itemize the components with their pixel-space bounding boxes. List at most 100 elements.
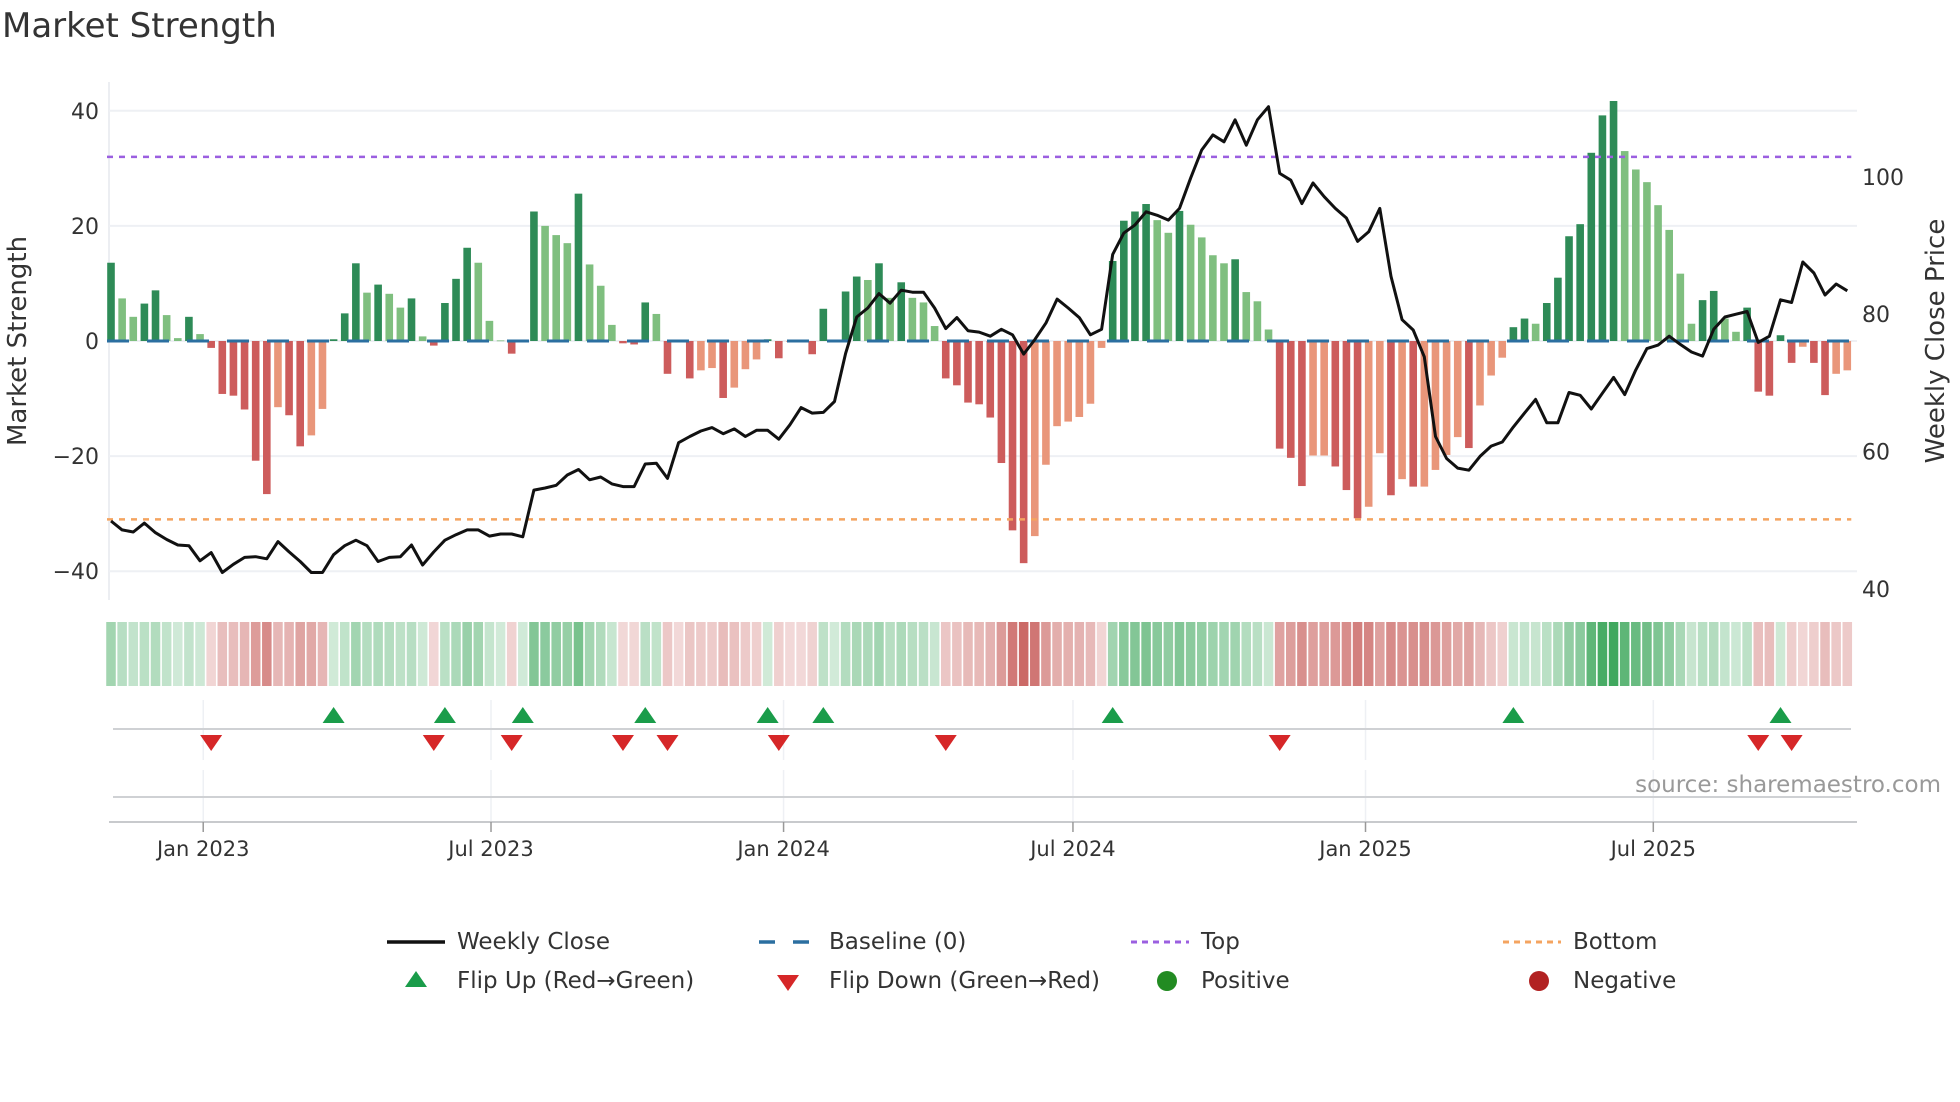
strength-bar xyxy=(1186,224,1195,341)
strength-bar xyxy=(997,341,1006,464)
heat-cell xyxy=(1619,622,1630,686)
heat-cell xyxy=(1686,622,1697,686)
flip-up-marker xyxy=(433,707,456,723)
heat-cell xyxy=(161,622,172,686)
triangle-up-icon xyxy=(387,966,445,996)
heat-cell xyxy=(885,622,895,686)
heat-cell xyxy=(829,622,840,686)
legend-label: Weekly Close xyxy=(457,929,610,955)
legend-baseline[interactable]: Baseline (0) xyxy=(759,927,966,957)
heat-cell xyxy=(184,622,194,686)
heat-cell xyxy=(1030,622,1040,686)
strength-bar xyxy=(641,302,650,341)
heat-cell xyxy=(573,622,584,686)
strength-bar xyxy=(452,278,460,341)
heat-cell xyxy=(1553,622,1563,686)
strength-bar xyxy=(1042,341,1050,465)
legend-bottom[interactable]: Bottom xyxy=(1503,927,1657,957)
flip-down-marker xyxy=(422,735,445,751)
strength-bar xyxy=(507,341,516,354)
strength-bar xyxy=(118,298,126,341)
heat-cell xyxy=(317,622,328,686)
strength-bar xyxy=(1364,341,1373,507)
strength-bar xyxy=(218,341,227,394)
strength-bar xyxy=(1754,341,1763,392)
heat-cell xyxy=(1319,622,1329,686)
strength-bar xyxy=(1787,341,1796,363)
strength-bar xyxy=(730,341,739,388)
heat-cell xyxy=(762,622,773,686)
legend-negative[interactable]: Negative xyxy=(1503,966,1676,996)
heat-cell xyxy=(1820,622,1830,686)
strength-bar xyxy=(875,263,883,341)
strength-bar xyxy=(585,264,594,341)
legend-flip-down[interactable]: Flip Down (Green→Red) xyxy=(759,966,1100,996)
flip-up-marker xyxy=(756,707,779,723)
heat-cell xyxy=(429,622,439,686)
strength-bar xyxy=(374,284,382,341)
strength-bar xyxy=(652,313,661,341)
strength-bar xyxy=(1687,323,1696,341)
strength-bar xyxy=(1298,341,1306,487)
heat-cell xyxy=(1196,622,1207,686)
legend-label: Baseline (0) xyxy=(829,929,967,955)
heat-cell xyxy=(785,622,795,686)
strength-bar xyxy=(463,247,471,341)
legend-top[interactable]: Top xyxy=(1131,927,1240,957)
flip-up-marker xyxy=(1769,707,1792,723)
strength-bar xyxy=(1520,318,1529,341)
heat-cell xyxy=(952,622,962,686)
heat-cell xyxy=(1542,622,1552,686)
strength-bar xyxy=(1821,341,1829,396)
heat-cell xyxy=(707,622,717,686)
strength-bar xyxy=(129,316,138,341)
y2-tick-label: 60 xyxy=(1862,441,1890,466)
strength-bar xyxy=(1376,341,1384,454)
x-tick-label: Jan 2025 xyxy=(1317,837,1412,861)
strength-bar xyxy=(296,341,305,447)
heat-cell xyxy=(228,622,239,686)
legend-label: Flip Down (Green→Red) xyxy=(829,968,1100,994)
heat-cell xyxy=(1441,622,1452,686)
heat-cell xyxy=(1742,622,1752,686)
strength-bar xyxy=(1019,341,1028,564)
circle-icon xyxy=(1503,966,1561,996)
y-tick-label: 0 xyxy=(85,330,99,355)
strength-bar xyxy=(407,298,416,341)
heat-cell xyxy=(818,622,829,686)
dotted-line-icon xyxy=(1503,927,1561,957)
strength-bar xyxy=(1387,341,1395,496)
heat-cell xyxy=(1074,622,1085,686)
heat-cell xyxy=(929,622,940,686)
legend-flip-up[interactable]: Flip Up (Red→Green) xyxy=(387,966,694,996)
strength-bar xyxy=(485,320,494,341)
strength-bar xyxy=(552,235,560,341)
y-tick-label: −20 xyxy=(53,445,99,470)
heat-cell xyxy=(1642,622,1652,686)
flip-down-marker xyxy=(767,735,790,751)
heat-cell xyxy=(1096,622,1107,686)
strength-bar xyxy=(953,341,961,386)
strength-bar xyxy=(1643,182,1651,341)
y-axis-title: Market Strength xyxy=(3,236,33,446)
heat-cell xyxy=(629,622,639,686)
legend-positive[interactable]: Positive xyxy=(1131,966,1290,996)
heat-cell xyxy=(173,622,183,686)
heat-cell xyxy=(851,622,862,686)
heat-cell xyxy=(1720,622,1730,686)
heat-cell xyxy=(128,622,139,686)
legend-weekly-close[interactable]: Weekly Close xyxy=(387,927,610,957)
strength-bar xyxy=(107,262,115,341)
strength-bar xyxy=(263,341,271,495)
heat-cell xyxy=(1363,622,1374,686)
heat-cell xyxy=(150,622,161,686)
strength-bar xyxy=(1609,100,1618,341)
heat-cell xyxy=(1530,622,1541,686)
heat-cell xyxy=(351,622,361,686)
heat-cell xyxy=(1475,622,1485,686)
strength-bar xyxy=(1164,232,1173,341)
strength-bar xyxy=(852,276,861,341)
strength-bar xyxy=(1698,300,1707,341)
strength-bar xyxy=(1676,273,1685,341)
strength-bar xyxy=(173,338,182,341)
